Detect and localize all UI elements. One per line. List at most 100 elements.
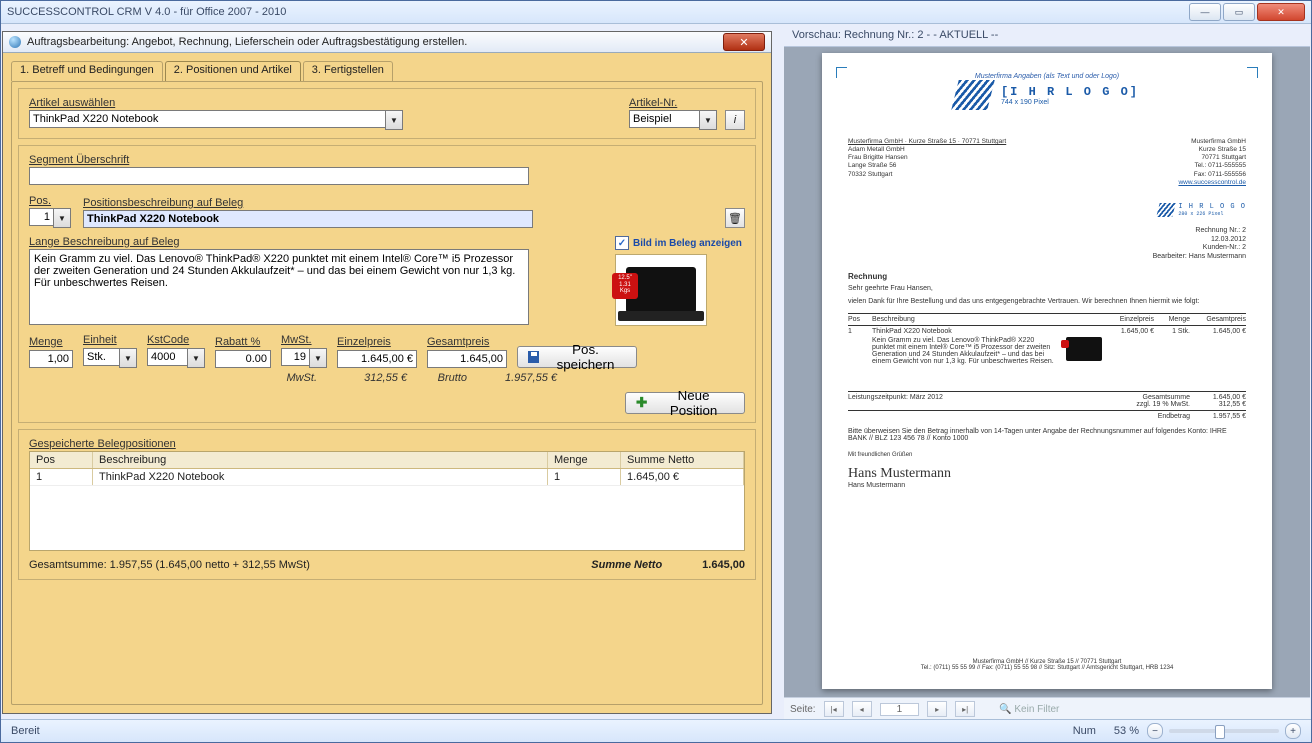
- tab-positionen[interactable]: 2. Positionen und Artikel: [165, 61, 301, 81]
- chevron-down-icon[interactable]: ▼: [187, 348, 205, 368]
- kst-label: KstCode: [147, 334, 205, 346]
- segment-label: Segment Überschrift: [29, 154, 745, 166]
- mini-logo-sub: 280 x 226 Pixel: [1178, 211, 1246, 217]
- dialog-close-button[interactable]: ✕: [723, 33, 765, 51]
- doc-meta: Rechnung Nr.: 2 12.03.2012 Kunden-Nr.: 2…: [848, 227, 1246, 262]
- vat-foot-value: 312,55 €: [327, 372, 407, 384]
- article-select[interactable]: ▼: [29, 110, 617, 130]
- unit-value[interactable]: [83, 348, 119, 366]
- lz: Leistungszeitpunkt: März 2012: [848, 394, 1056, 401]
- total-input[interactable]: [427, 350, 507, 368]
- meta-line: Rechnung Nr.: 2: [848, 227, 1246, 236]
- logo-sub: 744 x 190 Pixel: [1001, 99, 1139, 106]
- logo-mark-icon: [1157, 203, 1176, 217]
- article-panel: Artikel auswählen ▼ Artikel-Nr.: [18, 88, 756, 139]
- window-minimize-button[interactable]: —: [1189, 3, 1221, 21]
- crop-mark-icon: [1247, 67, 1258, 78]
- unit-select[interactable]: ▼: [83, 348, 137, 368]
- payment-text: Bitte überweisen Sie den Betrag innerhal…: [848, 428, 1246, 442]
- artno-value[interactable]: [629, 110, 699, 128]
- preview-viewport[interactable]: Musterfirma Angaben (als Text und oder L…: [784, 47, 1310, 698]
- kst-value[interactable]: [147, 348, 187, 366]
- chevron-down-icon[interactable]: ▼: [699, 110, 717, 130]
- nav-last-button[interactable]: ▸|: [955, 701, 975, 717]
- zoom-out-button[interactable]: −: [1147, 723, 1163, 739]
- addr-line: Kurze Straße 15: [1178, 146, 1246, 154]
- page-label: Seite:: [790, 704, 816, 715]
- save-position-button[interactable]: Pos. speichern: [517, 346, 637, 368]
- signature: Hans Mustermann: [848, 466, 1246, 482]
- new-position-button[interactable]: ✚ Neue Position: [625, 392, 745, 414]
- chevron-down-icon[interactable]: ▼: [385, 110, 403, 130]
- floppy-icon: [528, 351, 539, 363]
- zoom-in-button[interactable]: +: [1285, 723, 1301, 739]
- nav-prev-button[interactable]: ◂: [852, 701, 872, 717]
- delete-position-button[interactable]: 🗑: [725, 208, 745, 228]
- unitprice-input[interactable]: [337, 350, 417, 368]
- cell: 1.645,00 €: [1196, 328, 1246, 365]
- zoom-slider[interactable]: [1169, 729, 1279, 733]
- page-number[interactable]: 1: [880, 703, 920, 716]
- mini-logo: I H R L O G O 280 x 226 Pixel: [848, 203, 1246, 217]
- artno-select[interactable]: ▼: [629, 110, 717, 130]
- th: Pos: [30, 452, 93, 468]
- total-label: Gesamtpreis: [427, 336, 507, 348]
- greeting: Sehr geehrte Frau Hansen,: [848, 285, 1246, 292]
- unit-label: Einheit: [83, 334, 137, 346]
- product-tag: 12.5"1.31 Kgs: [612, 273, 638, 299]
- posdesc-label: Positionsbeschreibung auf Beleg: [83, 197, 713, 209]
- app-window: SUCCESSCONTROL CRM V 4.0 - für Office 20…: [0, 0, 1312, 743]
- nav-first-button[interactable]: |◂: [824, 701, 844, 717]
- longdesc-input[interactable]: Kein Gramm zu viel. Das Lenovo® ThinkPad…: [29, 249, 529, 325]
- addr-line: Fax: 0711-555556: [1178, 171, 1246, 179]
- logo-area: [I H R L O G O] 744 x 190 Pixel: [848, 80, 1246, 110]
- discount-input[interactable]: [215, 350, 271, 368]
- info-button[interactable]: i: [725, 110, 745, 130]
- saved-table-header: Pos Beschreibung Menge Summe Netto: [30, 452, 744, 469]
- addr-line: Musterfirma GmbH: [1178, 138, 1246, 146]
- position-panel: Segment Überschrift Pos. ▼: [18, 145, 756, 423]
- filter-indicator[interactable]: 🔍 Kein Filter: [999, 704, 1059, 715]
- globe-icon: [9, 36, 21, 48]
- workarea: Vorschau: Rechnung Nr.: 2 - - AKTUELL --…: [1, 24, 1311, 720]
- qty-input[interactable]: [29, 350, 73, 368]
- kst-select[interactable]: ▼: [147, 348, 205, 368]
- th: Summe Netto: [621, 452, 744, 468]
- chevron-down-icon[interactable]: ▼: [309, 348, 327, 368]
- preview-pane: Vorschau: Rechnung Nr.: 2 - - AKTUELL --…: [784, 24, 1310, 720]
- window-maximize-button[interactable]: ▭: [1223, 3, 1255, 21]
- summary-row: Endbetrag 1.957,55 €: [848, 413, 1246, 420]
- product-image: 12.5"1.31 Kgs: [615, 254, 707, 326]
- table-row[interactable]: 1 ThinkPad X220 Notebook 1 1.645,00 €: [30, 469, 744, 486]
- saved-table: Pos Beschreibung Menge Summe Netto 1 Thi…: [29, 451, 745, 551]
- segment-input[interactable]: [29, 167, 529, 185]
- show-image-label: Bild im Beleg anzeigen: [633, 238, 742, 249]
- vat-select[interactable]: ▼: [281, 348, 327, 368]
- tab-fertigstellen[interactable]: 3. Fertigstellen: [303, 61, 393, 81]
- posdesc-input[interactable]: [83, 210, 533, 228]
- zoom-thumb[interactable]: [1215, 725, 1225, 739]
- meta-line: 12.03.2012: [848, 236, 1246, 245]
- unitprice-label: Einzelpreis: [337, 336, 417, 348]
- summary-row: zzgl. 19 % MwSt. 312,55 €: [848, 401, 1246, 408]
- nav-next-button[interactable]: ▸: [927, 701, 947, 717]
- chevron-down-icon[interactable]: ▼: [53, 208, 71, 228]
- th: Einzelpreis: [1108, 316, 1154, 323]
- logo-text: [I H R L O G O]: [1001, 85, 1139, 99]
- cell: ThinkPad X220 Notebook: [872, 328, 1102, 335]
- pos-select[interactable]: ▼: [29, 208, 71, 228]
- cell: 1.645,00 €: [621, 469, 744, 485]
- pos-value[interactable]: [29, 208, 53, 226]
- window-close-button[interactable]: ✕: [1257, 3, 1305, 21]
- order-dialog: Auftragsbearbeitung: Angebot, Rechnung, …: [2, 31, 772, 714]
- tab-betreff[interactable]: 1. Betreff und Bedingungen: [11, 61, 163, 81]
- preview-title: Vorschau: Rechnung Nr.: 2 - - AKTUELL --: [784, 24, 1310, 47]
- item-row: 1 ThinkPad X220 Notebook Kein Gramm zu v…: [848, 328, 1246, 365]
- show-image-checkbox[interactable]: ✓ Bild im Beleg anzeigen: [615, 236, 745, 250]
- cell: 1: [548, 469, 621, 485]
- article-value[interactable]: [29, 110, 385, 128]
- new-position-label: Neue Position: [653, 388, 734, 418]
- vat-value[interactable]: [281, 348, 309, 366]
- chevron-down-icon[interactable]: ▼: [119, 348, 137, 368]
- product-thumb-icon: [1066, 337, 1102, 361]
